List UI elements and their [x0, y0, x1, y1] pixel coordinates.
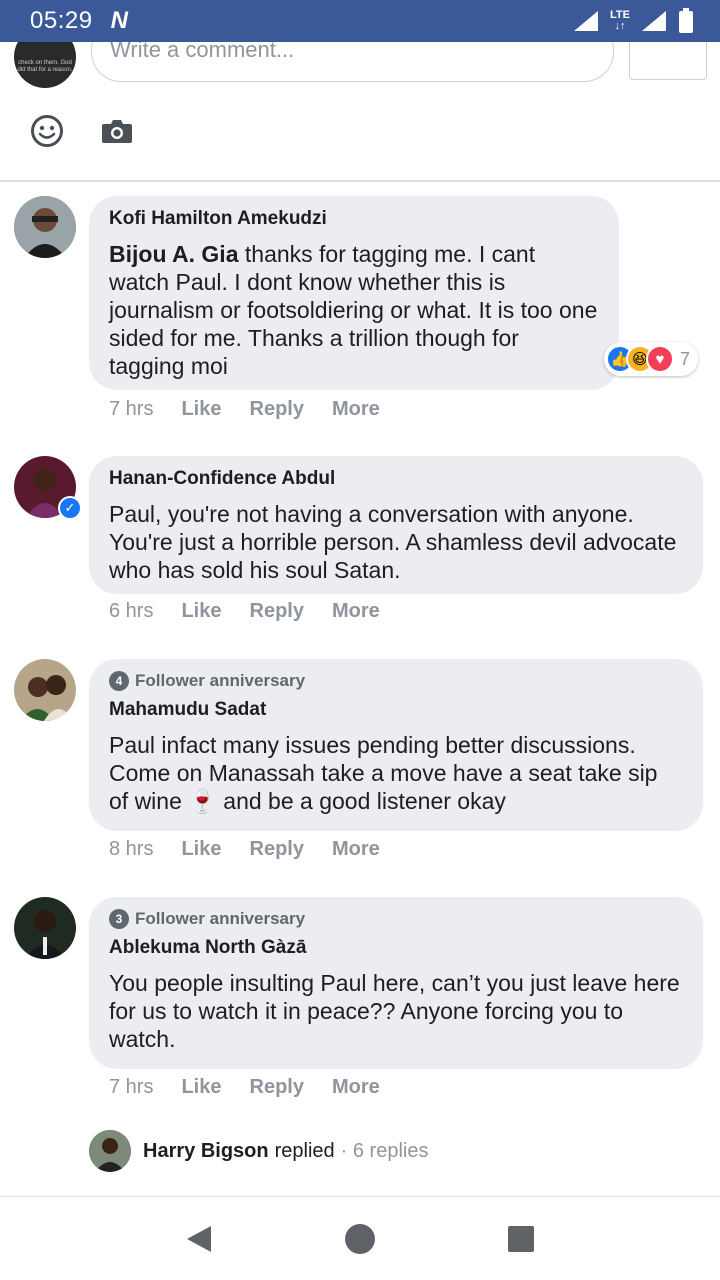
comment-bubble: 4 Follower anniversary Mahamudu Sadat Pa…	[89, 659, 703, 831]
comment-text: Paul, you're not having a conversation w…	[109, 501, 677, 583]
like-button[interactable]: Like	[181, 600, 221, 623]
mention-link[interactable]: Bijou A. Gia	[109, 241, 239, 267]
comment-actions: 7 hrs Like Reply More	[109, 1076, 380, 1099]
comment-bubble: 3 Follower anniversary Ablekuma North Gà…	[89, 897, 703, 1069]
follower-anniversary-badge: 4 Follower anniversary	[109, 671, 683, 691]
status-icons: LTE ↓↑	[572, 8, 694, 34]
emoji-icon[interactable]	[30, 114, 64, 148]
verified-badge-icon: ✓	[58, 496, 82, 520]
anniversary-icon: 3	[109, 909, 129, 929]
comment-time[interactable]: 6 hrs	[109, 600, 153, 623]
recents-icon[interactable]	[507, 1225, 535, 1253]
avatar[interactable]	[14, 196, 76, 258]
comment-author[interactable]: Mahamudu Sadat	[109, 699, 683, 721]
comment-actions: 8 hrs Like Reply More	[109, 838, 380, 861]
more-button[interactable]: More	[332, 838, 380, 861]
camera-icon[interactable]	[101, 118, 133, 144]
status-time: 05:29	[30, 7, 93, 34]
avatar	[89, 1130, 131, 1172]
reply-count[interactable]: · 6 replies	[341, 1140, 429, 1163]
reactions-summary[interactable]: 👍 😆 ♥ 7	[604, 342, 699, 376]
home-icon[interactable]	[344, 1223, 376, 1255]
comment-text: Paul infact many issues pending better d…	[109, 732, 658, 814]
battery-icon	[679, 8, 693, 33]
system-nav-bar	[0, 1196, 720, 1280]
signal-icon-2	[642, 11, 666, 31]
comment-bubble: Hanan-Confidence Abdul Paul, you're not …	[89, 456, 703, 594]
replies-summary[interactable]: Harry Bigson replied · 6 replies	[89, 1130, 428, 1172]
comment-bubble: Kofi Hamilton Amekudzi Bijou A. Gia than…	[89, 196, 619, 390]
back-icon[interactable]	[185, 1224, 213, 1254]
more-button[interactable]: More	[332, 1076, 380, 1099]
reply-author[interactable]: Harry Bigson	[143, 1140, 269, 1163]
comment-actions: 6 hrs Like Reply More	[109, 600, 380, 623]
reaction-count: 7	[680, 348, 691, 369]
more-button[interactable]: More	[332, 600, 380, 623]
comment-time[interactable]: 7 hrs	[109, 1076, 153, 1099]
love-reaction-icon: ♥	[646, 345, 674, 373]
avatar[interactable]	[14, 659, 76, 721]
signal-icon	[574, 11, 599, 31]
comment-text: Bijou A. Gia thanks for tagging me. I ca…	[109, 241, 598, 379]
comment-composer: check on them. God did that for a reason…	[0, 16, 720, 182]
comment-author[interactable]: Kofi Hamilton Amekudzi	[109, 208, 599, 230]
like-button[interactable]: Like	[181, 1076, 221, 1099]
reply-button[interactable]: Reply	[250, 398, 304, 421]
reply-verb: replied	[274, 1139, 335, 1162]
more-button[interactable]: More	[332, 398, 380, 421]
comment-text: You people insulting Paul here, can’t yo…	[109, 970, 680, 1052]
comment-author[interactable]: Ablekuma North Gàzā	[109, 937, 683, 959]
follower-anniversary-badge: 3 Follower anniversary	[109, 909, 683, 929]
reply-button[interactable]: Reply	[250, 600, 304, 623]
comment-author[interactable]: Hanan-Confidence Abdul	[109, 468, 683, 490]
avatar[interactable]	[14, 897, 76, 959]
reply-button[interactable]: Reply	[250, 838, 304, 861]
anniversary-icon: 4	[109, 671, 129, 691]
reply-button[interactable]: Reply	[250, 1076, 304, 1099]
comment-time[interactable]: 7 hrs	[109, 398, 153, 421]
like-button[interactable]: Like	[181, 398, 221, 421]
comment-time[interactable]: 8 hrs	[109, 838, 153, 861]
notification-icon: N	[110, 7, 128, 34]
lte-indicator: LTE ↓↑	[610, 9, 630, 32]
comment-actions: 7 hrs Like Reply More	[109, 398, 380, 421]
like-button[interactable]: Like	[181, 838, 221, 861]
status-bar: 05:29 N LTE ↓↑	[0, 0, 720, 42]
